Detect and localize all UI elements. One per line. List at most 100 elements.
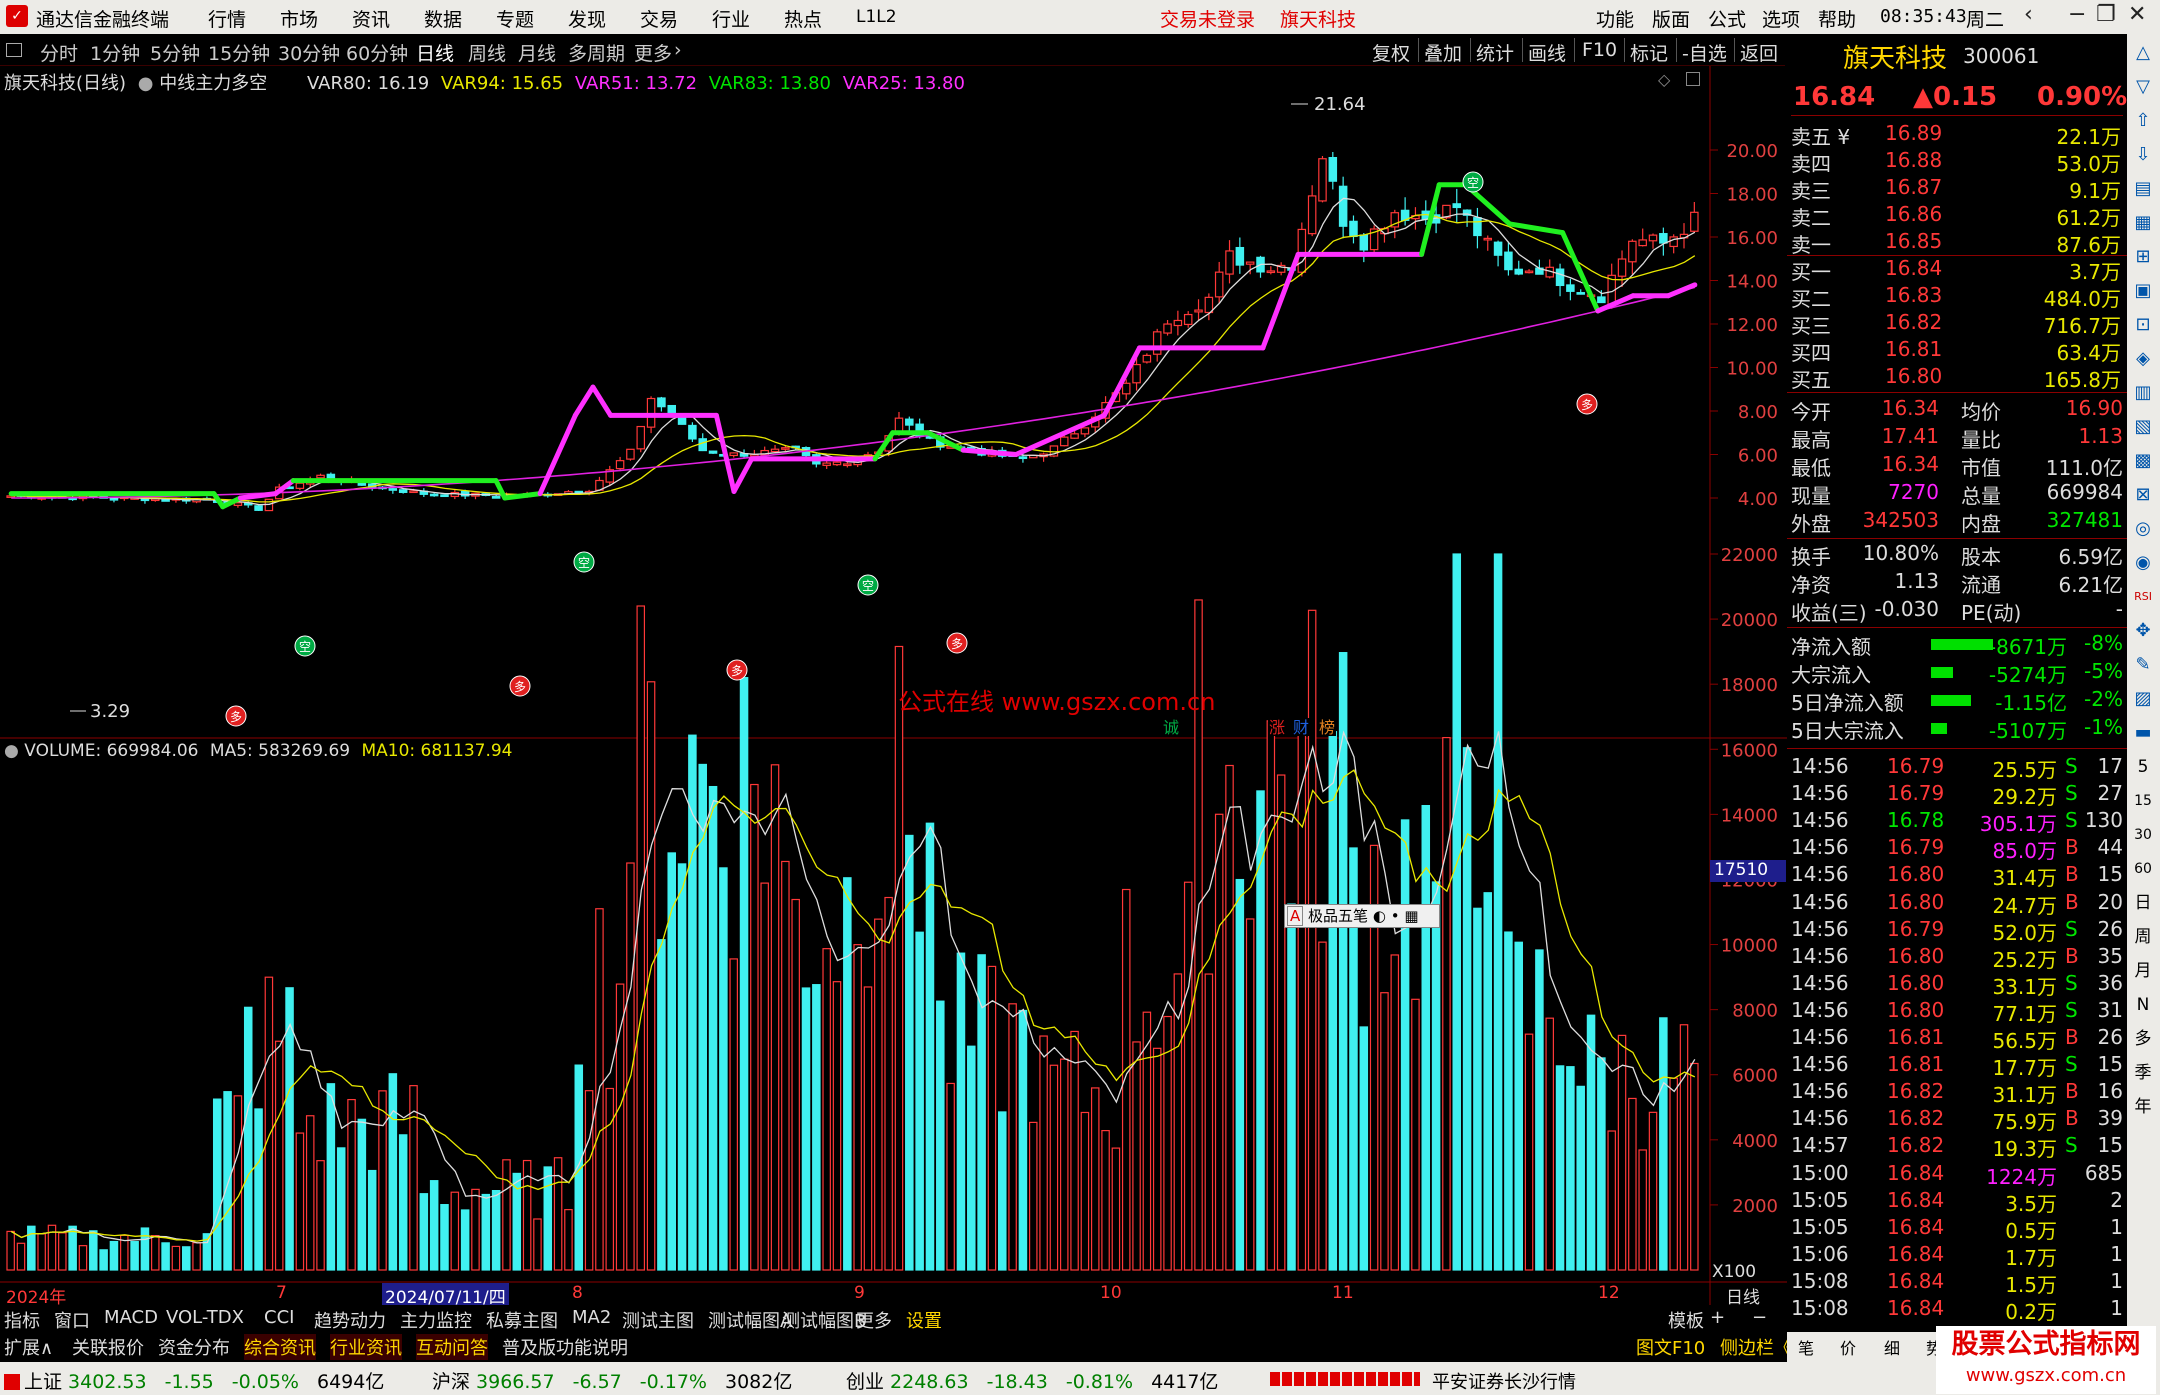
tool-huaxian[interactable]: 画线: [1528, 39, 1566, 66]
period-season-icon[interactable]: 季: [2132, 1062, 2154, 1084]
period-month-icon[interactable]: 月: [2132, 960, 2154, 982]
side-tab[interactable]: 图文F10: [1636, 1334, 1705, 1360]
period-5min[interactable]: 5分钟: [150, 39, 200, 66]
period-30min[interactable]: 30分钟: [278, 39, 340, 66]
period-year-icon[interactable]: 年: [2132, 1096, 2154, 1118]
period-week-icon[interactable]: 周: [2132, 926, 2154, 948]
tool-f10[interactable]: F10: [1582, 39, 1617, 61]
side-tab[interactable]: 细: [1884, 1335, 1900, 1359]
arrow-down-icon[interactable]: ⇩: [2132, 144, 2154, 166]
indicator-tab[interactable]: 指标: [4, 1307, 40, 1333]
side-tab[interactable]: 侧边栏《: [1720, 1334, 1792, 1360]
indicator-toggle-icon[interactable]: ●: [138, 73, 154, 94]
menu-xuanxiang[interactable]: 选项: [1762, 5, 1800, 32]
period-n-icon[interactable]: N: [2132, 994, 2154, 1016]
period-daily[interactable]: 日线: [416, 39, 454, 66]
indicator-tab[interactable]: MACD: [104, 1307, 158, 1328]
tool-fanhui[interactable]: 返回: [1740, 39, 1778, 66]
panel-max-icon[interactable]: [1686, 72, 1700, 86]
period-15-icon[interactable]: 15: [2132, 790, 2154, 812]
layers-icon[interactable]: ▧: [2132, 416, 2154, 438]
chart-icon[interactable]: ▥: [2132, 382, 2154, 404]
info-tab[interactable]: 扩展∧: [4, 1334, 53, 1360]
period-60-icon[interactable]: 60: [2132, 858, 2154, 880]
indicator-tab[interactable]: 趋势动力: [314, 1307, 386, 1333]
chart-square-icon[interactable]: [6, 43, 22, 57]
indicator-tab[interactable]: 窗口: [54, 1307, 90, 1333]
kline-chart[interactable]: 空空空空多多多多多21.643.29诚涨财榜 20.0018.0016.0014…: [0, 66, 1787, 1305]
menu-zhuanti[interactable]: 专题: [496, 5, 534, 32]
period-1min[interactable]: 1分钟: [90, 39, 140, 66]
period-more[interactable]: 更多: [634, 39, 672, 66]
template-tab[interactable]: −: [1752, 1307, 1767, 1328]
period-multi[interactable]: 多周期: [568, 39, 625, 66]
menu-shichang[interactable]: 市场: [280, 5, 318, 32]
period-multi-icon[interactable]: 多: [2132, 1028, 2154, 1050]
info-tab[interactable]: 互动问答: [416, 1334, 488, 1360]
info-tab[interactable]: 行业资讯: [330, 1334, 402, 1360]
tool-zixuan[interactable]: -自选: [1682, 39, 1727, 66]
tool-biaoji[interactable]: 标记: [1630, 39, 1668, 66]
info-tab[interactable]: 普及版功能说明: [502, 1334, 628, 1360]
template-tab[interactable]: 模板: [1668, 1307, 1704, 1333]
pencil-icon[interactable]: ✎: [2132, 654, 2154, 676]
menu-shuju[interactable]: 数据: [424, 5, 462, 32]
target-icon[interactable]: ◉: [2132, 552, 2154, 574]
template-tab[interactable]: +: [1710, 1307, 1725, 1328]
diamond-icon[interactable]: ◈: [2132, 348, 2154, 370]
tool-fuquan[interactable]: 复权: [1372, 39, 1410, 66]
indicator-tab[interactable]: 主力监控: [400, 1307, 472, 1333]
info-tab[interactable]: 综合资讯: [244, 1334, 316, 1360]
bar-icon[interactable]: ▬: [2132, 722, 2154, 744]
menu-l1l2[interactable]: L1L2: [856, 7, 897, 27]
stripes-icon[interactable]: ▨: [2132, 688, 2154, 710]
indicator-tab[interactable]: 测试幅图B: [782, 1307, 866, 1333]
table-icon[interactable]: ⊞: [2132, 246, 2154, 268]
menu-zixun[interactable]: 资讯: [352, 5, 390, 32]
block-icon[interactable]: ▩: [2132, 450, 2154, 472]
volume-toggle-icon[interactable]: ●: [4, 741, 19, 761]
menu-jiaoyi[interactable]: 交易: [640, 5, 678, 32]
menu-gongneng[interactable]: 功能: [1596, 5, 1634, 32]
indicator-tab[interactable]: MA2: [572, 1307, 611, 1328]
indicator-tab[interactable]: 测试幅图A: [708, 1307, 792, 1333]
rsi-icon[interactable]: RSI: [2132, 586, 2154, 608]
chevron-right-icon[interactable]: ›: [674, 39, 682, 61]
menu-redian[interactable]: 热点: [784, 5, 822, 32]
indicator-tab[interactable]: 更多: [856, 1307, 892, 1333]
indicator-tab[interactable]: 设置: [906, 1307, 942, 1333]
info-tab[interactable]: 资金分布: [158, 1334, 230, 1360]
list-icon[interactable]: ▤: [2132, 178, 2154, 200]
box-icon[interactable]: ⊠: [2132, 484, 2154, 506]
period-15min[interactable]: 15分钟: [208, 39, 270, 66]
menu-hangye[interactable]: 行业: [712, 5, 750, 32]
tool-diejia[interactable]: 叠加: [1424, 39, 1462, 66]
grid-icon[interactable]: ▦: [2132, 212, 2154, 234]
circle-icon[interactable]: ◎: [2132, 518, 2154, 540]
index-quote[interactable]: 上证 3402.53 -1.55 -0.05% 6494亿: [4, 1367, 384, 1394]
arrow-up-icon[interactable]: ⇧: [2132, 110, 2154, 132]
period-weekly[interactable]: 周线: [468, 39, 506, 66]
indicator-tab[interactable]: 私募主图: [486, 1307, 558, 1333]
menu-gongshi[interactable]: 公式: [1708, 5, 1746, 32]
indicator-tab[interactable]: CCI: [264, 1307, 294, 1328]
period-day-icon[interactable]: 日: [2132, 892, 2154, 914]
index-quote[interactable]: 创业 2248.63 -18.43 -0.81% 4417亿: [846, 1367, 1218, 1394]
indicator-name[interactable]: 中线主力多空: [159, 73, 267, 94]
menu-banmian[interactable]: 版面: [1652, 5, 1690, 32]
close-icon[interactable]: ✕: [2128, 2, 2146, 27]
indicator-tab[interactable]: 测试主图: [622, 1307, 694, 1333]
period-5-icon[interactable]: 5: [2132, 756, 2154, 778]
panel-icon[interactable]: ▣: [2132, 280, 2154, 302]
triangle-up-icon[interactable]: △: [2132, 42, 2154, 64]
menu-hangqing[interactable]: 行情: [208, 5, 246, 32]
side-tab[interactable]: 价: [1840, 1335, 1856, 1359]
info-tab[interactable]: 关联报价: [72, 1334, 144, 1360]
menu-bangzhu[interactable]: 帮助: [1818, 5, 1856, 32]
period-monthly[interactable]: 月线: [518, 39, 556, 66]
minimize-icon[interactable]: −: [2068, 2, 2086, 27]
frame-icon[interactable]: ⊡: [2132, 314, 2154, 336]
move-icon[interactable]: ✥: [2132, 620, 2154, 642]
input-method-popup[interactable]: A 极品五笔 ◐ • ▦: [1284, 904, 1440, 928]
side-tab[interactable]: 笔: [1798, 1335, 1814, 1359]
